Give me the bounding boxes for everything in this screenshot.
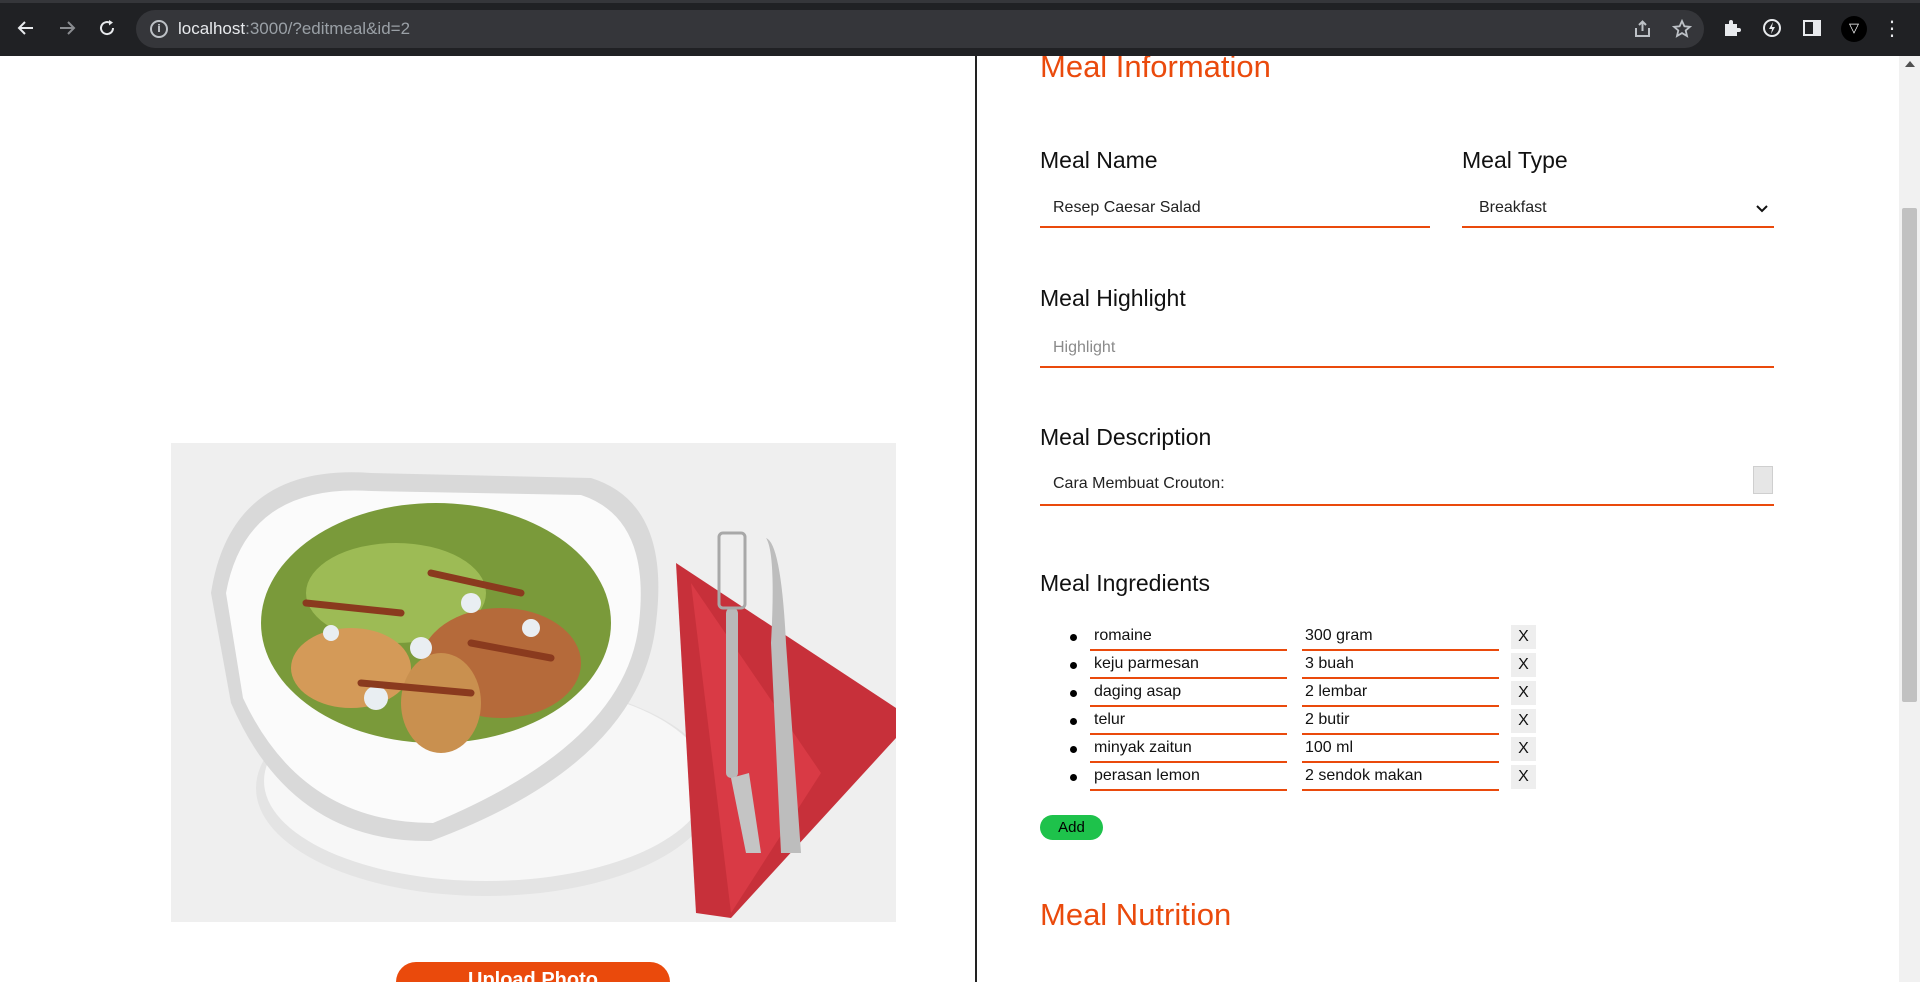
more-menu-icon[interactable]: ⋮	[1882, 14, 1902, 42]
ingredient-quantity-input[interactable]: 300 gram	[1302, 625, 1499, 651]
list-bullet	[1070, 718, 1077, 725]
meal-name-input[interactable]: Resep Caesar Salad	[1040, 190, 1430, 228]
extension-icon[interactable]	[1760, 17, 1784, 41]
upload-photo-button[interactable]: Upload Photo	[396, 962, 670, 982]
textarea-resize-handle[interactable]	[1753, 466, 1773, 494]
page-scrollbar[interactable]	[1899, 56, 1920, 982]
meal-photo	[171, 443, 896, 922]
chevron-down-icon	[1756, 205, 1768, 213]
list-bullet	[1070, 746, 1077, 753]
browser-toolbar: i localhost:3000/?editmeal&id=2 ▽ ⋮	[0, 0, 1920, 56]
url-text: localhost:3000/?editmeal&id=2	[178, 19, 410, 39]
list-bullet	[1070, 690, 1077, 697]
share-icon[interactable]	[1632, 19, 1654, 41]
add-ingredient-button[interactable]: Add	[1040, 815, 1103, 840]
ingredient-name-input[interactable]: perasan lemon	[1090, 765, 1287, 791]
remove-ingredient-button[interactable]: X	[1511, 681, 1536, 705]
meal-description-label: Meal Description	[1040, 424, 1212, 450]
section-title-meal-nutrition: Meal Nutrition	[1040, 897, 1232, 932]
meal-ingredients-label: Meal Ingredients	[1040, 570, 1211, 596]
site-info-icon[interactable]: i	[150, 20, 168, 38]
photo-panel: Upload Photo	[0, 56, 977, 982]
meal-description-textarea[interactable]: Cara Membuat Crouton:	[1040, 466, 1774, 506]
ingredient-quantity-input[interactable]: 3 buah	[1302, 653, 1499, 679]
ingredient-name-input[interactable]: telur	[1090, 709, 1287, 735]
remove-ingredient-button[interactable]: X	[1511, 625, 1536, 649]
meal-highlight-input[interactable]: Highlight	[1040, 330, 1774, 368]
url-host: localhost	[178, 19, 246, 38]
address-bar[interactable]: i localhost:3000/?editmeal&id=2	[136, 10, 1704, 48]
ingredient-quantity-input[interactable]: 2 sendok makan	[1302, 765, 1499, 791]
url-path: :3000/?editmeal&id=2	[245, 19, 411, 38]
scrollbar-thumb[interactable]	[1902, 208, 1917, 702]
meal-name-label: Meal Name	[1040, 147, 1158, 173]
list-bullet	[1070, 774, 1077, 781]
meal-type-select[interactable]: Breakfast	[1462, 190, 1774, 228]
remove-ingredient-button[interactable]: X	[1511, 709, 1536, 733]
ingredient-quantity-input[interactable]: 2 butir	[1302, 709, 1499, 735]
ingredient-name-input[interactable]: keju parmesan	[1090, 653, 1287, 679]
profile-avatar[interactable]: ▽	[1841, 16, 1867, 42]
list-bullet	[1070, 662, 1077, 669]
ingredient-name-input[interactable]: minyak zaitun	[1090, 737, 1287, 763]
ingredient-name-input[interactable]: daging asap	[1090, 681, 1287, 707]
forward-icon[interactable]	[51, 12, 83, 44]
bookmark-star-icon[interactable]	[1671, 18, 1693, 41]
ingredient-quantity-input[interactable]: 2 lembar	[1302, 681, 1499, 707]
reload-icon[interactable]	[91, 12, 123, 44]
back-icon[interactable]	[10, 12, 42, 44]
meal-description-value: Cara Membuat Crouton:	[1053, 475, 1225, 492]
scroll-up-arrow-icon[interactable]	[1905, 61, 1915, 67]
tab-strip	[0, 0, 1920, 3]
list-bullet	[1070, 634, 1077, 641]
ingredient-quantity-input[interactable]: 100 ml	[1302, 737, 1499, 763]
section-title-meal-information: Meal Information	[1040, 56, 1271, 84]
extensions-icon[interactable]	[1720, 17, 1744, 41]
page-viewport: Upload Photo Meal Information Meal Name …	[0, 56, 1920, 982]
ingredient-name-input[interactable]: romaine	[1090, 625, 1287, 651]
salad-photo-illustration	[171, 443, 896, 922]
remove-ingredient-button[interactable]: X	[1511, 737, 1536, 761]
meal-type-value: Breakfast	[1479, 199, 1547, 216]
meal-type-label: Meal Type	[1462, 147, 1568, 173]
side-panel-icon[interactable]	[1800, 17, 1824, 41]
remove-ingredient-button[interactable]: X	[1511, 653, 1536, 677]
meal-highlight-label: Meal Highlight	[1040, 285, 1186, 311]
remove-ingredient-button[interactable]: X	[1511, 765, 1536, 789]
